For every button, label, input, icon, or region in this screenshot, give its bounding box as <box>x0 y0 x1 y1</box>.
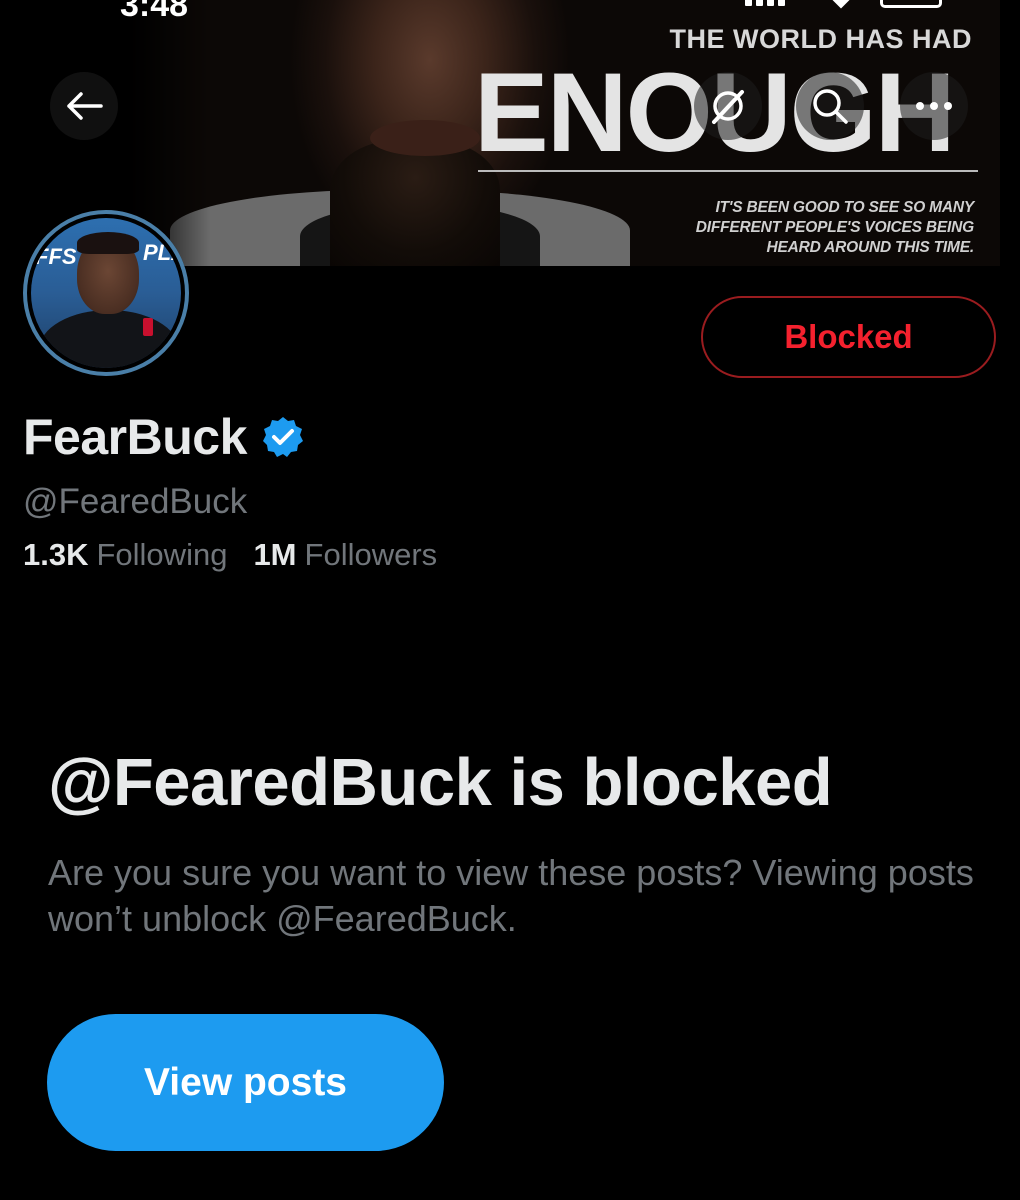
banner-divider <box>478 170 978 172</box>
status-time: 3:48 <box>120 0 189 24</box>
blocked-title: @FearedBuck is blocked <box>48 745 833 820</box>
avatar-backdrop-text: FFS <box>35 244 77 269</box>
following-count: 1.3K <box>23 537 89 572</box>
followers-count: 1M <box>253 537 297 572</box>
search-icon <box>813 89 848 124</box>
banner-quote-line: HEARD AROUND THIS TIME. <box>766 239 974 256</box>
avatar-body <box>39 310 179 368</box>
followers-label: Followers <box>304 537 438 572</box>
grok-icon <box>712 90 744 124</box>
followers-stat[interactable]: 1M Followers <box>253 537 437 573</box>
more-button[interactable] <box>900 72 968 140</box>
following-stat[interactable]: 1.3K Following <box>23 537 227 573</box>
avatar-hair <box>77 232 139 254</box>
display-name-row: FearBuck <box>23 408 305 466</box>
verified-badge-icon[interactable] <box>261 415 305 459</box>
following-label: Following <box>96 537 228 572</box>
handle: @FearedBuck <box>23 482 248 521</box>
avatar-backdrop-text: PLA <box>143 240 181 265</box>
banner-quote: IT'S BEEN GOOD TO SEE SO MANY DIFFERENT … <box>696 198 974 258</box>
avatar-logo <box>143 318 153 336</box>
back-button[interactable] <box>50 72 118 140</box>
banner-quote-line: IT'S BEEN GOOD TO SEE SO MANY <box>715 199 974 216</box>
signal-icon <box>745 0 785 6</box>
banner-quote-line: DIFFERENT PEOPLE'S VOICES BEING <box>695 219 974 236</box>
view-posts-button[interactable]: View posts <box>47 1014 444 1151</box>
blocked-button[interactable]: Blocked <box>701 296 996 378</box>
grok-button[interactable] <box>694 72 762 140</box>
battery-icon <box>880 0 942 8</box>
avatar-photo: FFS PLA <box>31 218 181 368</box>
banner-lips <box>370 120 480 156</box>
display-name: FearBuck <box>23 409 247 465</box>
search-button[interactable] <box>796 72 864 140</box>
arrow-left-icon <box>67 92 103 120</box>
more-horizontal-icon <box>916 102 952 110</box>
avatar[interactable]: FFS PLA <box>23 210 189 376</box>
follow-stats: 1.3K Following 1M Followers <box>23 537 437 573</box>
blocked-description: Are you sure you want to view these post… <box>48 852 974 939</box>
